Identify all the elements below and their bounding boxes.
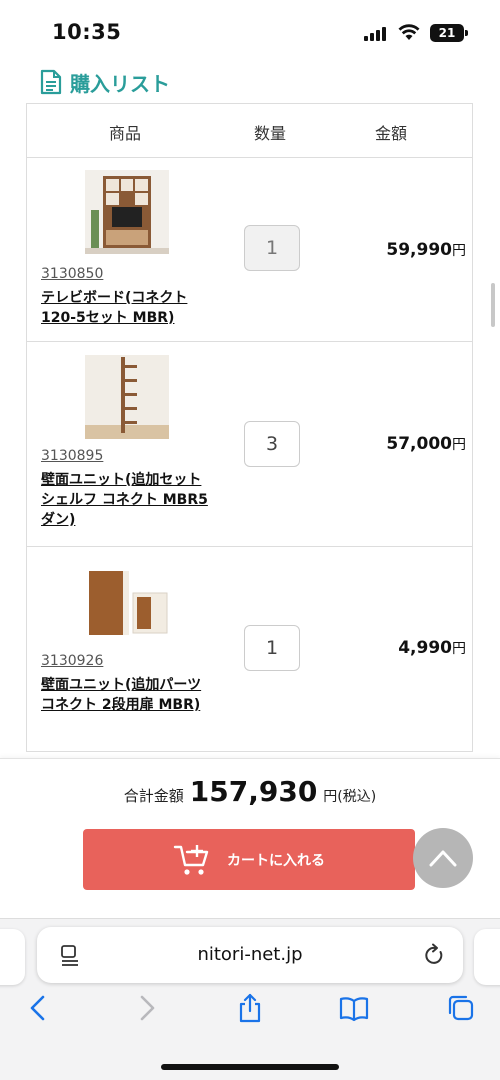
price-currency: 円 bbox=[452, 641, 466, 657]
browser-toolbar: nitori-net.jp bbox=[0, 918, 500, 1080]
table-row: 3130926 壁面ユニット(追加パーツ コネクト 2段用扉 MBR) 1 4,… bbox=[27, 547, 472, 752]
product-image-door[interactable] bbox=[85, 563, 169, 647]
product-name-link[interactable]: テレビボード(コネクト120-5セット MBR) bbox=[41, 288, 211, 328]
home-indicator[interactable] bbox=[161, 1064, 339, 1070]
table-row: 3130895 壁面ユニット(追加セット シェルフ コネクト MBR5ダン) 3… bbox=[27, 342, 472, 547]
bookmarks-icon[interactable] bbox=[339, 993, 369, 1023]
battery-icon: 21 bbox=[430, 24, 464, 42]
reload-icon[interactable] bbox=[423, 943, 445, 967]
cart-plus-icon bbox=[173, 844, 209, 875]
total-line: 合計金額 157,930 円(税込) bbox=[0, 775, 500, 808]
back-icon[interactable] bbox=[24, 993, 54, 1023]
wifi-icon bbox=[398, 24, 420, 40]
chevron-up-icon bbox=[429, 850, 457, 867]
add-to-cart-button[interactable]: カートに入れる bbox=[83, 829, 415, 890]
product-code-link[interactable]: 3130895 bbox=[41, 448, 103, 464]
total-suffix: 円(税込) bbox=[323, 789, 377, 805]
table-header: 商品 数量 金額 bbox=[27, 104, 472, 158]
forward-icon[interactable] bbox=[131, 993, 161, 1023]
price-value: 59,990 bbox=[386, 240, 452, 260]
total-amount: 157,930 bbox=[189, 775, 318, 808]
price-currency: 円 bbox=[452, 243, 466, 259]
scroll-indicator[interactable] bbox=[491, 283, 495, 327]
cart-button-label: カートに入れる bbox=[227, 852, 325, 869]
product-image-tv-board[interactable] bbox=[85, 170, 169, 254]
total-label: 合計金額 bbox=[123, 787, 184, 805]
share-icon[interactable] bbox=[235, 993, 265, 1023]
tabs-icon[interactable] bbox=[446, 993, 476, 1023]
product-name-link[interactable]: 壁面ユニット(追加パーツ コネクト 2段用扉 MBR) bbox=[41, 675, 211, 715]
price-value: 4,990 bbox=[398, 638, 452, 658]
document-icon bbox=[40, 69, 62, 95]
scroll-to-top-button[interactable] bbox=[413, 828, 473, 888]
product-code-link[interactable]: 3130926 bbox=[41, 653, 103, 669]
item-price: 57,000円 bbox=[386, 434, 466, 454]
table-row: 3130850 テレビボード(コネクト120-5セット MBR) 1 59,99… bbox=[27, 158, 472, 342]
quantity-field[interactable]: 1 bbox=[244, 225, 300, 271]
header-product: 商品 bbox=[109, 124, 142, 143]
price-value: 57,000 bbox=[386, 434, 452, 454]
item-price: 59,990円 bbox=[386, 240, 466, 260]
quantity-field[interactable]: 1 bbox=[244, 625, 300, 671]
header-amount: 金額 bbox=[375, 124, 408, 143]
list-title: 購入リスト bbox=[70, 71, 170, 96]
quantity-field[interactable]: 3 bbox=[244, 421, 300, 467]
previous-tab-preview[interactable] bbox=[0, 929, 25, 985]
product-name-link[interactable]: 壁面ユニット(追加セット シェルフ コネクト MBR5ダン) bbox=[41, 470, 211, 530]
product-image-shelf[interactable] bbox=[85, 355, 169, 439]
header-quantity: 数量 bbox=[254, 124, 287, 143]
battery-cap bbox=[465, 30, 468, 36]
address-bar[interactable]: nitori-net.jp bbox=[37, 927, 463, 983]
purchase-table: 商品 数量 金額 3130850 テレビボード(コネクト120-5セット MBR… bbox=[26, 103, 473, 752]
item-price: 4,990円 bbox=[398, 638, 466, 658]
price-currency: 円 bbox=[452, 437, 466, 453]
status-time: 10:35 bbox=[52, 20, 122, 44]
url-text: nitori-net.jp bbox=[197, 944, 303, 965]
product-code-link[interactable]: 3130850 bbox=[41, 266, 103, 282]
signal-icon bbox=[364, 27, 388, 41]
purchase-list-heading: 購入リスト bbox=[40, 66, 170, 98]
next-tab-preview[interactable] bbox=[474, 929, 500, 985]
status-bar: 10:35 21 bbox=[0, 0, 500, 62]
